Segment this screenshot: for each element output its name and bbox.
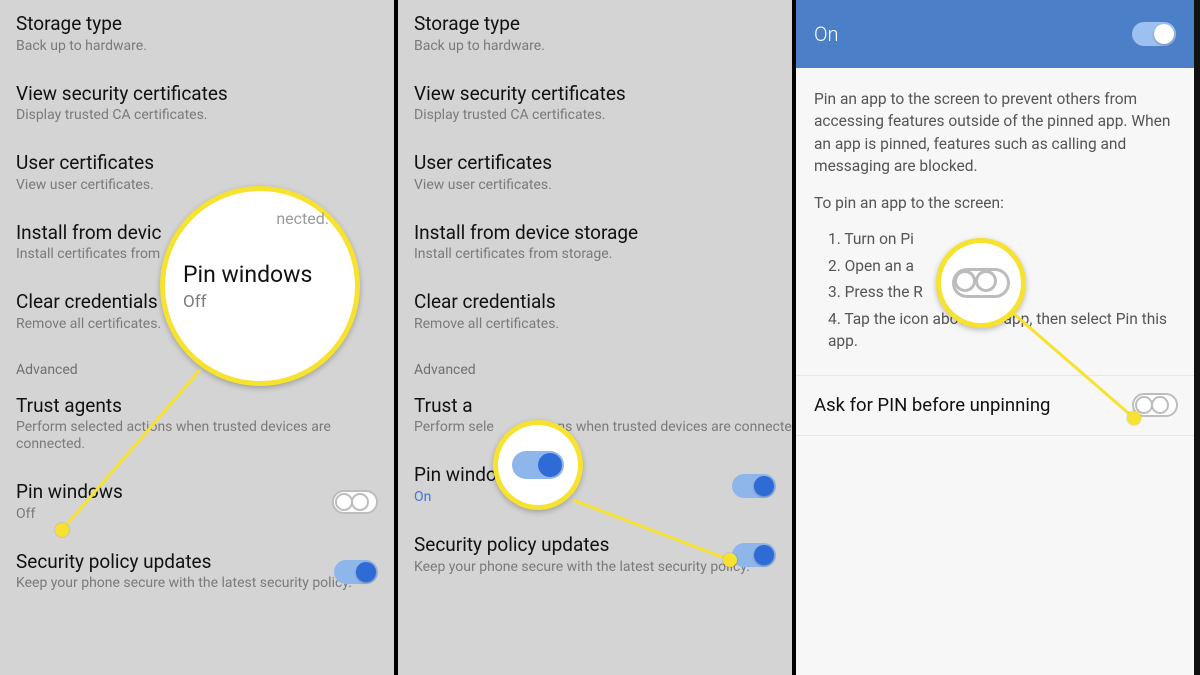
toggle-icon [952, 268, 1010, 298]
row-subtitle: Back up to hardware. [414, 38, 776, 55]
row-title: Security policy updates [16, 550, 378, 574]
row-title: Trust agents [16, 394, 378, 418]
row-subtitle: View user certificates. [16, 177, 378, 194]
row-subtitle: Perform sele ons when trusted devices ar… [414, 419, 776, 436]
row-subtitle: Remove all certificates. [414, 316, 776, 333]
row-trust-agents[interactable]: Trust agents Perform selected actions wh… [0, 382, 394, 468]
pane-credential-settings-off: Storage type Back up to hardware. View s… [0, 0, 398, 675]
pane-credential-settings-on: Storage type Back up to hardware. View s… [398, 0, 796, 675]
row-view-security-certificates[interactable]: View security certificates Display trust… [0, 70, 394, 140]
row-security-policy-updates[interactable]: Security policy updates Keep your phone … [0, 538, 394, 607]
row-user-certificates[interactable]: User certificates View user certificates… [398, 139, 792, 209]
row-clear-credentials[interactable]: Clear credentials Remove all certificate… [398, 278, 792, 348]
callout-overflow-text: nected. [276, 209, 329, 228]
row-subtitle: Back up to hardware. [16, 38, 378, 55]
row-subtitle: Display trusted CA certificates. [414, 107, 776, 124]
row-subtitle: Off [16, 506, 378, 523]
row-subtitle: Install certificates from storage. [414, 246, 776, 263]
row-subtitle: Keep your phone secure with the latest s… [16, 575, 378, 592]
callout-toggle-on [493, 420, 583, 510]
row-pin-windows[interactable]: Pin windows On [398, 451, 792, 521]
row-subtitle: Keep your phone secure with the latest s… [414, 559, 776, 576]
row-title: User certificates [16, 151, 378, 175]
row-title: Pin windows [414, 463, 776, 487]
row-subtitle: Display trusted CA certificates. [16, 107, 378, 124]
row-storage-type[interactable]: Storage type Back up to hardware. [398, 0, 792, 70]
toggle-icon [512, 451, 564, 479]
row-title: Clear credentials [414, 290, 776, 314]
row-title: View security certificates [414, 82, 776, 106]
callout-pin-windows-off: nected. Pin windows Off [160, 186, 360, 386]
row-view-security-certificates[interactable]: View security certificates Display trust… [398, 70, 792, 140]
row-title: Install from device storage [414, 221, 776, 245]
header-pin-windows-on: On [796, 0, 1194, 68]
callout-end-dot [55, 523, 69, 537]
row-subtitle: On [414, 489, 776, 506]
row-title: Storage type [16, 12, 378, 36]
toggle-security-policy-updates[interactable] [732, 543, 776, 567]
toggle-security-policy-updates[interactable] [334, 560, 378, 584]
row-user-certificates[interactable]: User certificates View user certificates… [0, 139, 394, 209]
callout-end-dot [723, 553, 737, 567]
pane-pin-windows-detail: On Pin an app to the screen to prevent o… [796, 0, 1194, 675]
row-install-from-device-storage[interactable]: Install from device storage Install cert… [398, 209, 792, 279]
row-title: Security policy updates [414, 533, 776, 557]
callout-sub: Off [183, 292, 355, 312]
header-title: On [814, 22, 1176, 46]
group-advanced: Advanced [398, 348, 792, 382]
row-storage-type[interactable]: Storage type Back up to hardware. [0, 0, 394, 70]
row-title: Pin windows [16, 480, 378, 504]
row-title: Storage type [414, 12, 776, 36]
callout-toggle-off [936, 238, 1026, 328]
row-title: Ask for PIN before unpinning [814, 394, 1176, 417]
explain-paragraph: Pin an app to the screen to prevent othe… [814, 88, 1176, 178]
row-title: User certificates [414, 151, 776, 175]
row-subtitle: Perform selected actions when trusted de… [16, 419, 378, 453]
row-ask-for-pin-before-unpinning[interactable]: Ask for PIN before unpinning [796, 375, 1194, 436]
toggle-pin-windows-on[interactable] [732, 474, 776, 498]
explain-intro: To pin an app to the screen: [814, 192, 1176, 214]
callout-end-dot [1127, 411, 1141, 425]
row-title: View security certificates [16, 82, 378, 106]
row-subtitle: View user certificates. [414, 177, 776, 194]
row-title: Trust a [414, 394, 776, 418]
callout-title: Pin windows [183, 261, 355, 288]
toggle-master-pin-windows[interactable] [1132, 22, 1176, 46]
toggle-pin-windows-off[interactable] [332, 490, 378, 514]
row-trust-agents[interactable]: Trust a Perform sele ons when trusted de… [398, 382, 792, 452]
